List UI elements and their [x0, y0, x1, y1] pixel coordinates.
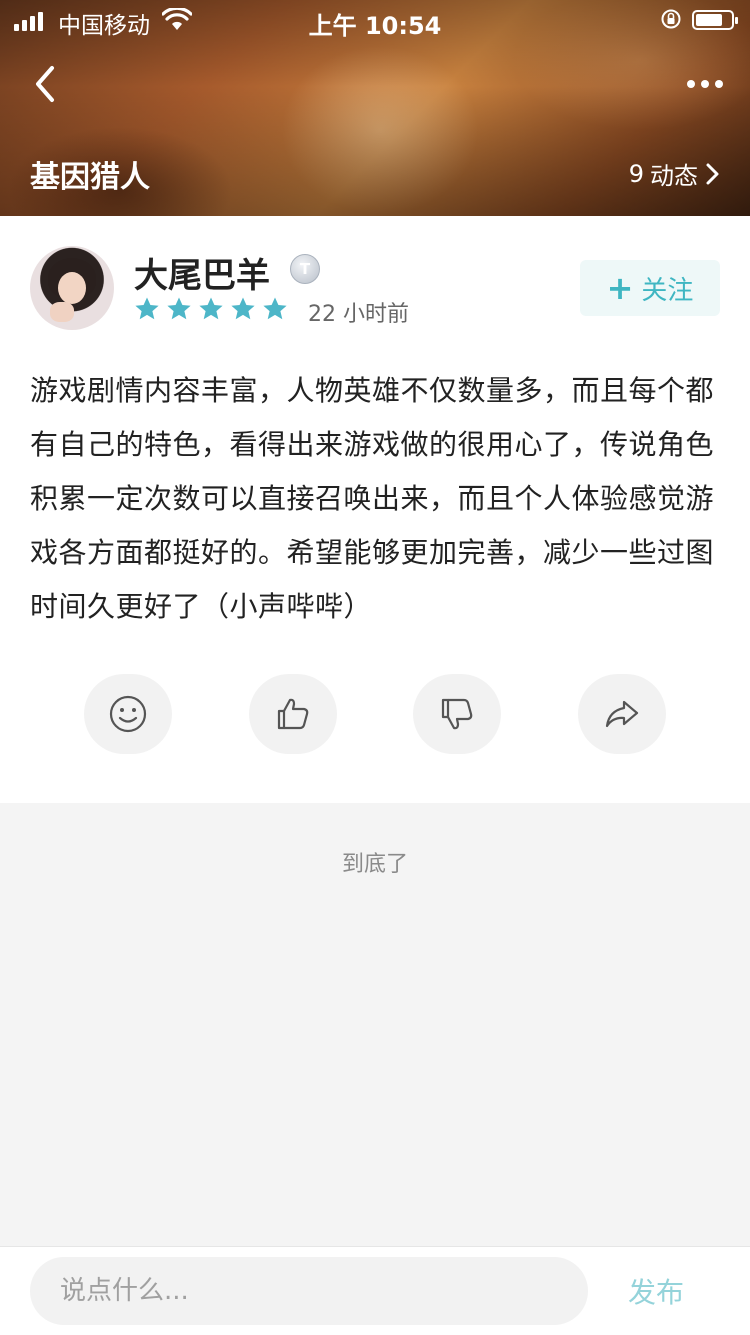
plus-icon: + [606, 269, 634, 307]
thumbs-down-icon [441, 698, 473, 730]
star-icon [231, 297, 255, 320]
game-title[interactable]: 基因猎人 [30, 152, 150, 196]
rating-stars [134, 296, 288, 322]
comment-bar: 发布 [0, 1246, 750, 1335]
post-time: 22 小时前 [308, 302, 409, 327]
moments-link[interactable]: 9 动态 [629, 156, 722, 191]
review-card: 大尾巴羊 T 22 小时前 + 关注 游戏剧情内容丰富，人物英雄不仅数量多，而且… [0, 216, 750, 803]
end-of-list-text: 到底了 [341, 852, 408, 877]
battery-icon [692, 10, 738, 30]
back-icon[interactable] [26, 62, 66, 106]
rotation-lock-icon [661, 9, 681, 29]
emoji-icon [109, 695, 147, 733]
star-icon [135, 297, 159, 320]
status-bar: 中国移动 上午 10:54 [0, 0, 750, 40]
dislike-button[interactable] [413, 674, 501, 754]
action-bar [0, 674, 750, 758]
star-icon [199, 297, 223, 320]
star-icon [263, 297, 287, 320]
review-content: 游戏剧情内容丰富，人物英雄不仅数量多，而且每个都有自己的特色，看得出来游戏做的很… [30, 374, 715, 623]
user-name[interactable]: 大尾巴羊 [134, 248, 270, 297]
more-options-icon[interactable] [680, 70, 730, 98]
comment-input[interactable] [30, 1257, 588, 1325]
moments-count: 9 [628, 159, 644, 188]
emoji-button[interactable] [84, 674, 172, 754]
like-button[interactable] [249, 674, 337, 754]
avatar[interactable] [30, 246, 114, 330]
share-button[interactable] [578, 674, 666, 754]
share-icon [605, 700, 639, 728]
status-time: 上午 10:54 [308, 12, 442, 40]
publish-button[interactable]: 发布 [628, 1271, 684, 1311]
thumbs-up-icon [277, 698, 309, 730]
game-banner: 中国移动 上午 10:54 基因猎人 9 动态 [0, 0, 750, 216]
chevron-right-icon [706, 163, 719, 184]
moments-label: 动态 [650, 162, 698, 190]
follow-button[interactable]: + 关注 [580, 260, 720, 316]
level-badge: T [290, 254, 320, 284]
follow-label: 关注 [641, 275, 694, 306]
star-icon [167, 297, 191, 320]
